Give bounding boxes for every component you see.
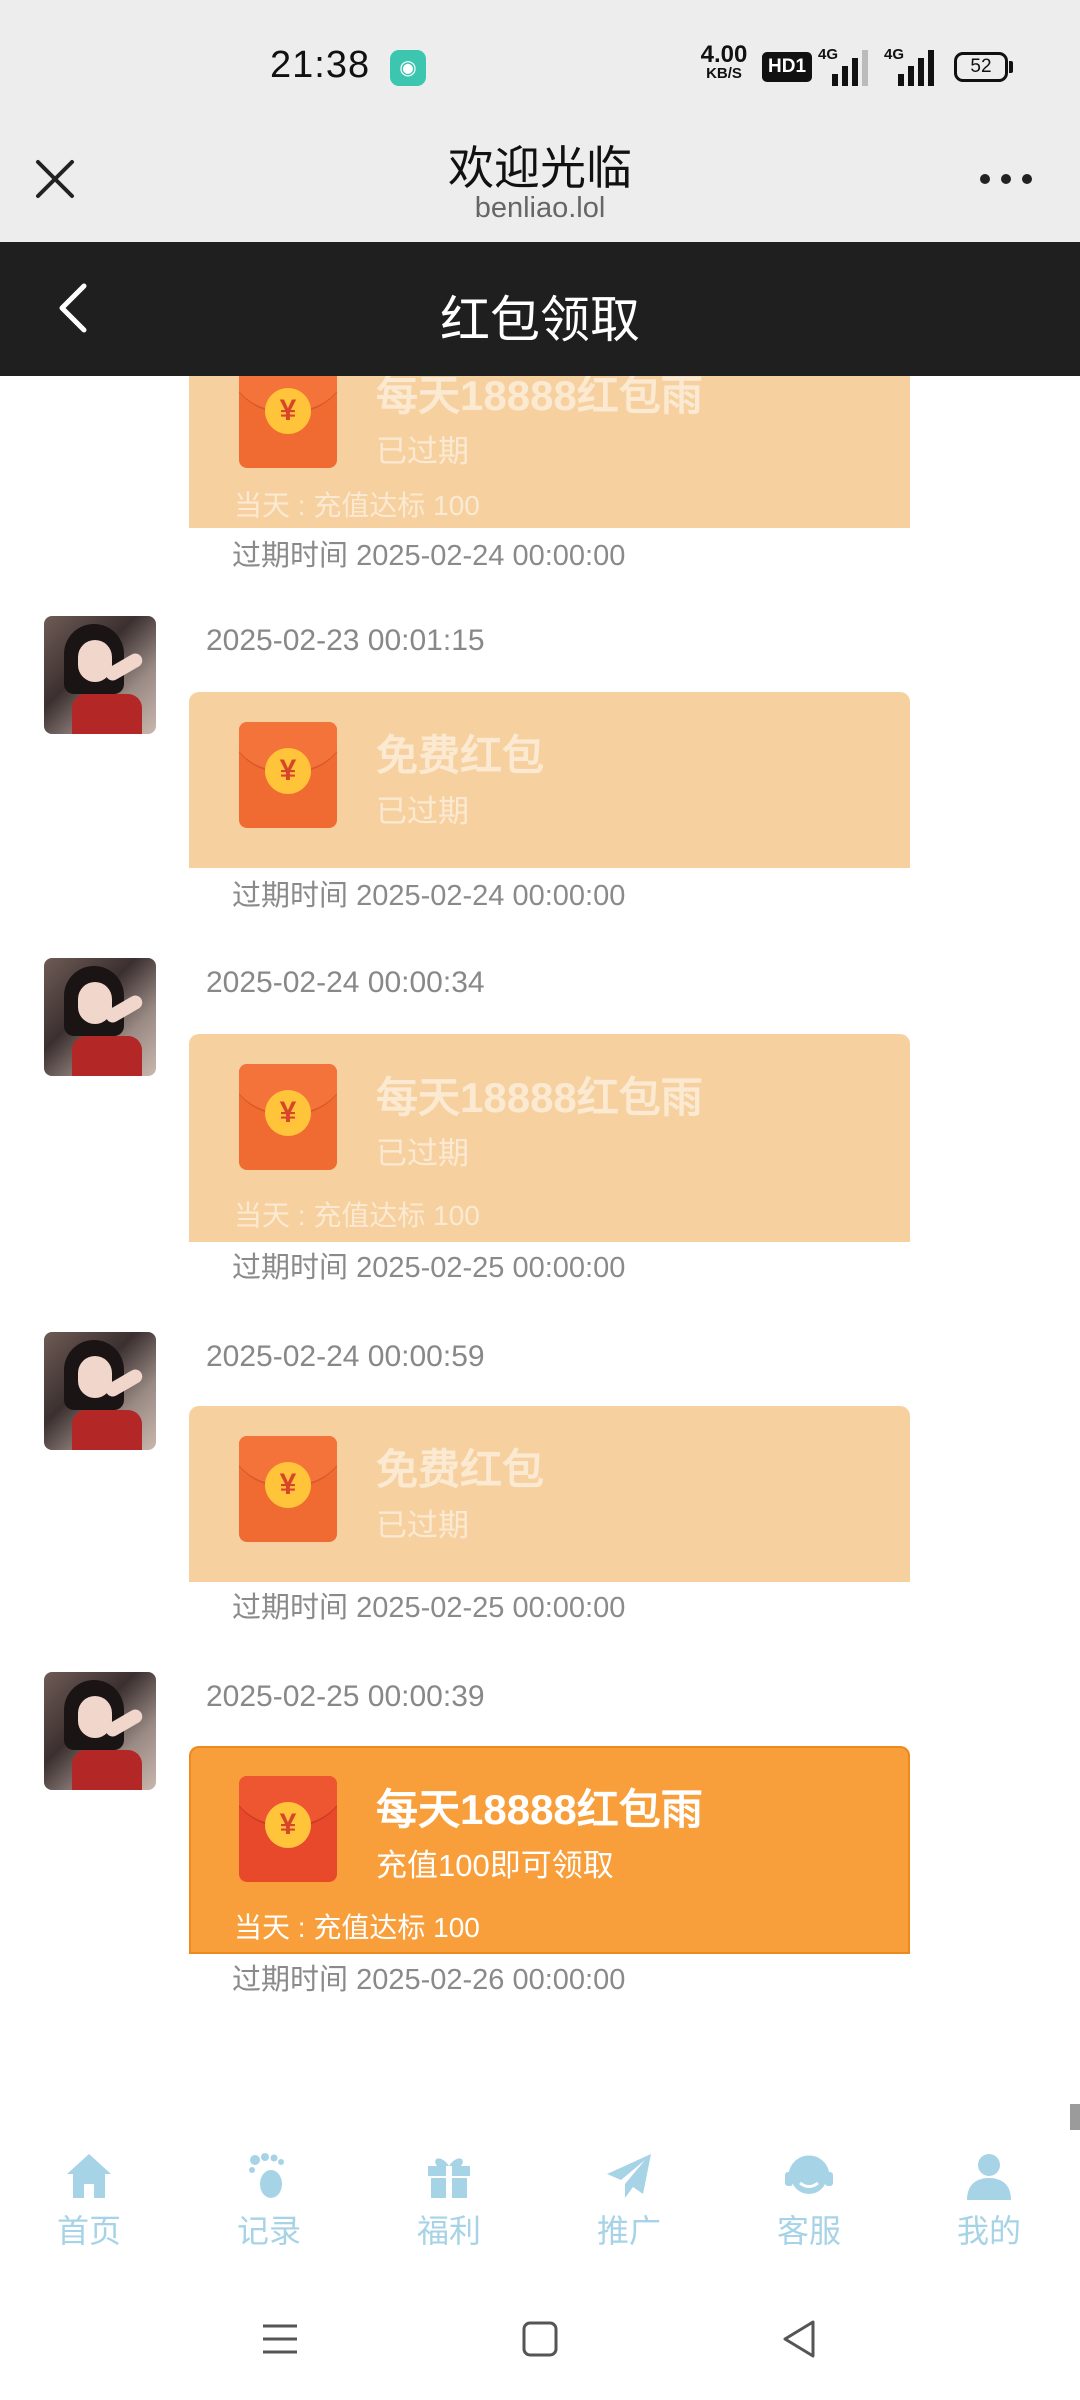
- expiry-label: 过期时间: [232, 1252, 349, 1284]
- expiry-time: 过期时间 2025-02-24 00:00:00: [232, 872, 625, 914]
- packet-status: 充值100即可领取: [376, 1848, 614, 1883]
- packet-title: 免费红包: [376, 1446, 545, 1493]
- tab-label: 客服: [776, 2213, 841, 2249]
- expiry-time: 过期时间 2025-02-24 00:00:00: [232, 532, 625, 574]
- headset-icon: [785, 2155, 833, 2194]
- paper-plane-icon: [607, 2154, 651, 2198]
- red-packet-card[interactable]: ¥ 每天18888红包雨 已过期 当天 : 充值达标 100: [189, 1034, 910, 1242]
- tab-label: 我的: [956, 2213, 1021, 2249]
- red-envelope-icon: ¥: [239, 1436, 337, 1542]
- expiry-time: 过期时间 2025-02-26 00:00:00: [232, 1956, 625, 1998]
- expiry-value: 2025-02-25 00:00:00: [356, 1592, 626, 1624]
- battery-icon: 52: [954, 52, 1008, 82]
- expiry-value: 2025-02-26 00:00:00: [356, 1964, 626, 1996]
- tab-mine[interactable]: 我的: [919, 2150, 1059, 2260]
- red-envelope-icon: ¥: [239, 1064, 337, 1170]
- yuan-coin-icon: ¥: [265, 1802, 311, 1848]
- tab-label: 记录: [236, 2213, 301, 2249]
- packet-condition: 当天 : 充值达标 100: [234, 1200, 480, 1231]
- yuan-coin-icon: ¥: [265, 388, 311, 434]
- red-packet-card[interactable]: ¥ 免费红包 已过期: [189, 1406, 910, 1582]
- back-triangle-icon[interactable]: [775, 2314, 825, 2364]
- message-time: 2025-02-24 00:00:34: [206, 966, 485, 999]
- network-speed: 4.00 KB/S: [696, 41, 752, 82]
- expiry-time: 过期时间 2025-02-25 00:00:00: [232, 1584, 625, 1626]
- packet-title: 每天18888红包雨: [376, 1786, 703, 1833]
- message-time: 2025-02-23 00:01:15: [206, 624, 485, 657]
- packet-status: 已过期: [376, 434, 469, 469]
- scrollbar-thumb[interactable]: [1070, 2104, 1080, 2132]
- battery-cap: [1009, 61, 1013, 73]
- tab-records[interactable]: 记录: [199, 2150, 339, 2260]
- expiry-label: 过期时间: [232, 880, 349, 912]
- red-envelope-icon: ¥: [239, 376, 337, 468]
- packet-title: 每天18888红包雨: [376, 376, 703, 419]
- avatar: [44, 1672, 156, 1790]
- tab-label: 福利: [416, 2213, 481, 2249]
- expiry-label: 过期时间: [232, 1592, 349, 1624]
- expiry-value: 2025-02-25 00:00:00: [356, 1252, 626, 1284]
- yuan-coin-icon: ¥: [265, 1462, 311, 1508]
- home-button-icon[interactable]: [515, 2314, 565, 2364]
- page-title: 红包领取: [440, 292, 640, 348]
- red-packet-card[interactable]: ¥ 免费红包 已过期: [189, 692, 910, 868]
- home-icon: [67, 2154, 111, 2198]
- gift-icon: [428, 2158, 470, 2198]
- signal-sim1-icon: 4G: [818, 46, 876, 86]
- yuan-coin-icon: ¥: [265, 748, 311, 794]
- signal-sim2-icon: 4G: [884, 46, 942, 86]
- yuan-coin-icon: ¥: [265, 1090, 311, 1136]
- expiry-time: 过期时间 2025-02-25 00:00:00: [232, 1244, 625, 1286]
- expiry-label: 过期时间: [232, 540, 349, 572]
- packet-status: 已过期: [376, 794, 469, 829]
- more-options-icon[interactable]: [976, 170, 1036, 190]
- packet-condition: 当天 : 充值达标 100: [234, 490, 480, 521]
- packet-condition: 当天 : 充值达标 100: [234, 1912, 480, 1943]
- sim1-network-label: 4G: [818, 46, 839, 63]
- packet-status: 已过期: [376, 1508, 469, 1543]
- sim2-network-label: 4G: [884, 46, 905, 63]
- tab-label: 首页: [56, 2213, 121, 2249]
- tab-customer-service[interactable]: 客服: [739, 2150, 879, 2260]
- network-speed-value: 4.00: [700, 41, 748, 68]
- footprint-icon: [249, 2153, 284, 2198]
- message-time: 2025-02-25 00:00:39: [206, 1680, 485, 1713]
- message-time: 2025-02-24 00:00:59: [206, 1340, 485, 1373]
- menu-icon[interactable]: [255, 2314, 305, 2364]
- network-speed-unit: KB/S: [706, 65, 742, 82]
- browser-title: 欢迎光临: [448, 142, 632, 194]
- red-packet-card-claimable[interactable]: ¥ 每天18888红包雨 充值100即可领取 当天 : 充值达标 100: [189, 1746, 910, 1954]
- avatar: [44, 616, 156, 734]
- tab-promote[interactable]: 推广: [559, 2150, 699, 2260]
- bottom-tab-bar: 首页 记录 福利 推广 客服 我的: [0, 2130, 1080, 2270]
- system-navigation-bar: [0, 2270, 1080, 2400]
- hd-voice-badge: HD1: [762, 52, 813, 82]
- tab-label: 推广: [596, 2213, 661, 2249]
- browser-toolbar: 欢迎光临 benliao.lol: [0, 130, 1080, 242]
- app-notification-icon: ◉: [390, 50, 426, 86]
- packet-title: 每天18888红包雨: [376, 1074, 703, 1121]
- packet-status: 已过期: [376, 1136, 469, 1171]
- red-envelope-icon: ¥: [239, 722, 337, 828]
- avatar: [44, 958, 156, 1076]
- user-icon: [967, 2154, 1011, 2200]
- red-envelope-icon: ¥: [239, 1776, 337, 1882]
- status-bar: 21:38 ◉ 4.00 KB/S HD1 4G 4G 52: [0, 0, 1080, 130]
- expiry-label: 过期时间: [232, 1964, 349, 1996]
- expiry-value: 2025-02-24 00:00:00: [356, 540, 626, 572]
- browser-url: benliao.lol: [474, 192, 606, 224]
- packet-title: 免费红包: [376, 732, 545, 779]
- page-header: 红包领取: [0, 242, 1080, 376]
- tab-benefits[interactable]: 福利: [379, 2150, 519, 2260]
- clock: 21:38: [270, 44, 371, 86]
- expiry-value: 2025-02-24 00:00:00: [356, 880, 626, 912]
- red-packet-list[interactable]: ¥ 每天18888红包雨 已过期 当天 : 充值达标 100 过期时间 2025…: [0, 376, 1080, 2110]
- red-packet-card[interactable]: ¥ 每天18888红包雨 已过期 当天 : 充值达标 100: [189, 376, 910, 528]
- avatar: [44, 1332, 156, 1450]
- tab-home[interactable]: 首页: [19, 2150, 159, 2260]
